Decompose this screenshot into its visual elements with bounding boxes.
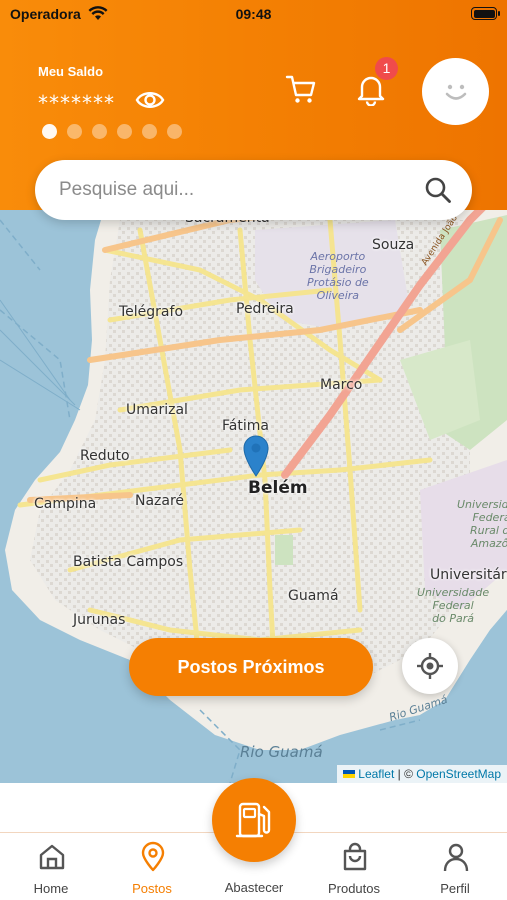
carousel-dot[interactable] xyxy=(42,124,57,139)
balance-value: ******* xyxy=(38,91,115,115)
carousel-dot[interactable] xyxy=(92,124,107,139)
map-label-river: Rio Guamá xyxy=(240,743,323,761)
map-label-belem: Belém xyxy=(248,478,308,498)
nav-postos-label: Postos xyxy=(132,881,172,896)
status-time: 09:48 xyxy=(235,6,272,22)
carousel-dot[interactable] xyxy=(117,124,132,139)
map-label-fatima: Fátima xyxy=(222,418,269,434)
nav-produtos[interactable]: Produtos xyxy=(304,833,404,900)
notification-badge: 1 xyxy=(375,57,398,80)
eye-icon[interactable] xyxy=(134,86,166,114)
nav-home-label: Home xyxy=(33,881,69,896)
map-label-marco: Marco xyxy=(320,377,363,393)
nav-produtos-label: Produtos xyxy=(327,881,381,896)
map-label-batista-campos: Batista Campos xyxy=(73,554,184,570)
nav-perfil[interactable]: Perfil xyxy=(405,833,505,900)
nearby-stations-button[interactable]: Postos Próximos xyxy=(129,638,373,696)
map-label-ufpa: Universidade Federal do Pará xyxy=(417,586,490,625)
cart-icon[interactable] xyxy=(284,72,318,106)
map-attribution: Leaflet | © OpenStreetMap xyxy=(337,765,507,783)
attribution-separator: | © xyxy=(394,767,417,781)
map-label-ufra: Universidade Federal Rural da Amazôn xyxy=(457,498,507,550)
search-input[interactable] xyxy=(59,160,419,220)
refuel-button[interactable] xyxy=(212,778,296,862)
carousel-dot[interactable] xyxy=(167,124,182,139)
shopping-bag-icon xyxy=(343,842,367,871)
smiley-icon xyxy=(445,84,466,100)
crosshair-icon xyxy=(417,653,443,679)
map-label-umarizal: Umarizal xyxy=(126,402,188,418)
home-icon xyxy=(39,844,65,870)
map-label-reduto: Reduto xyxy=(80,448,130,464)
search-bar xyxy=(35,160,472,220)
search-icon[interactable] xyxy=(424,176,452,204)
carousel-dots xyxy=(42,124,182,139)
map-label-universitario: Universitár xyxy=(430,567,507,583)
map-marker-icon[interactable] xyxy=(243,435,269,477)
nav-home[interactable]: Home xyxy=(1,833,101,900)
map-label-guama: Guamá xyxy=(288,588,339,604)
map-label-pedreira: Pedreira xyxy=(236,301,294,317)
map-label-campina: Campina xyxy=(34,496,97,512)
map-label-jurunas: Jurunas xyxy=(73,612,126,628)
user-icon xyxy=(443,843,469,872)
fuel-pump-icon xyxy=(235,802,271,838)
map-label-airport: Aeroporto Brigadeiro Protásio de Oliveir… xyxy=(307,250,369,302)
locate-me-button[interactable] xyxy=(402,638,458,694)
balance-label: Meu Saldo xyxy=(38,64,104,79)
map-label-souza: Souza xyxy=(372,237,415,253)
battery-icon xyxy=(471,7,500,20)
nav-abastecer-label: Abastecer xyxy=(224,880,284,895)
avatar[interactable] xyxy=(422,58,489,125)
carousel-dot[interactable] xyxy=(142,124,157,139)
status-bar: Operadora 09:48 xyxy=(0,0,507,30)
carousel-dot[interactable] xyxy=(67,124,82,139)
nav-perfil-label: Perfil xyxy=(440,881,470,896)
osm-link[interactable]: OpenStreetMap xyxy=(416,767,501,781)
map-label-telegrafo: Telégrafo xyxy=(119,304,184,320)
nav-postos[interactable]: Postos xyxy=(102,833,202,900)
location-pin-icon xyxy=(141,841,165,872)
ukraine-flag-icon xyxy=(343,770,356,778)
leaflet-link[interactable]: Leaflet xyxy=(358,767,394,781)
map-label-nazare: Nazaré xyxy=(135,493,185,509)
